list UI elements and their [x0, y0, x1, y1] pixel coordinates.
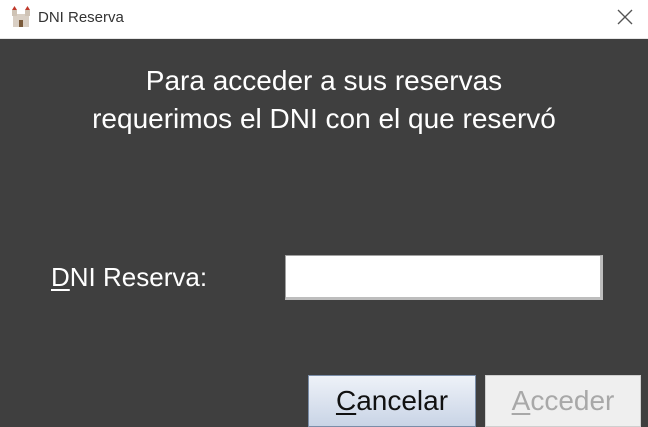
close-button[interactable]: [602, 0, 648, 38]
dni-reserva-dialog: DNI Reserva Para acceder a sus reservas …: [0, 0, 648, 427]
dni-label: DNI Reserva:: [51, 262, 207, 292]
close-icon: [617, 9, 633, 30]
cancel-button[interactable]: Cancelar: [308, 375, 476, 427]
message-line-2: requerimos el DNI con el que reservó: [92, 103, 556, 134]
acceder-mnemonic: A: [511, 385, 531, 416]
cancel-mnemonic: C: [335, 385, 357, 416]
acceder-button[interactable]: Acceder: [485, 375, 641, 427]
dni-label-text: NI Reserva:: [69, 262, 208, 292]
cancel-label: ancelar: [356, 385, 449, 416]
dni-label-mnemonic: D: [51, 262, 70, 292]
window-title: DNI Reserva: [38, 9, 124, 26]
instruction-message: Para acceder a sus reservas requerimos e…: [0, 62, 648, 138]
message-line-1: Para acceder a sus reservas: [145, 65, 503, 96]
acceder-label: cceder: [530, 385, 615, 416]
castle-icon: [10, 6, 32, 28]
dni-input[interactable]: [285, 255, 603, 300]
title-bar[interactable]: DNI Reserva: [0, 0, 648, 39]
